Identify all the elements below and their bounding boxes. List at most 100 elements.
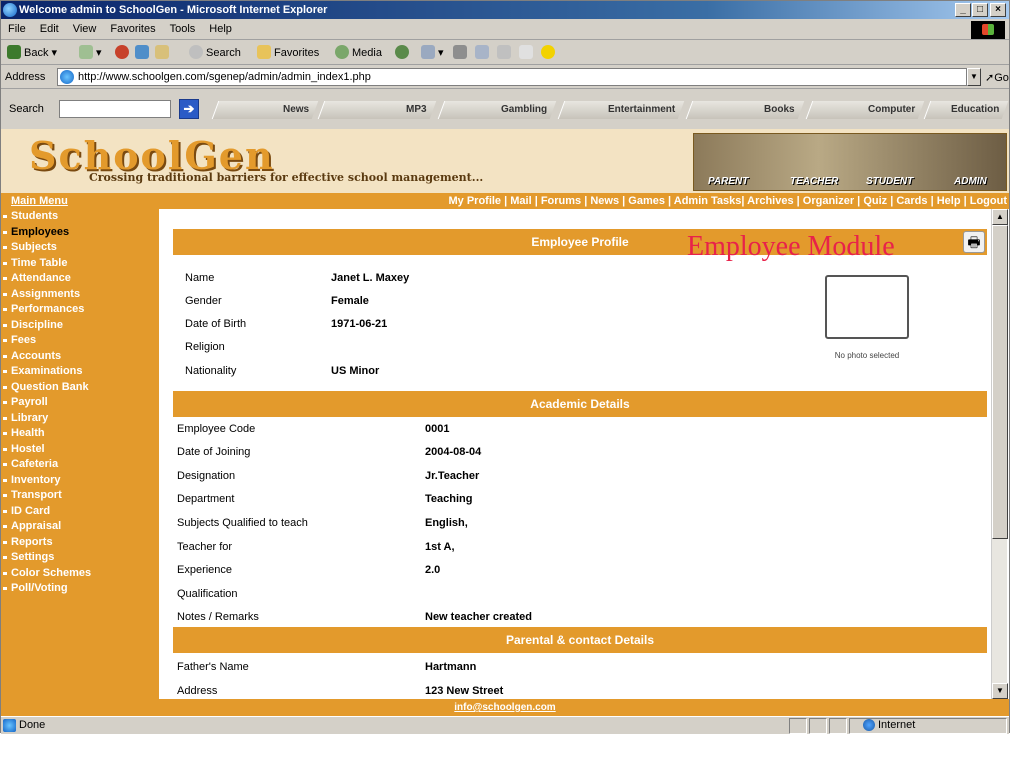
search-tab-gambling[interactable]: Gambling [437,101,557,119]
module-title: Employee Module [687,231,895,262]
sidebar-item-time-table[interactable]: Time Table [1,256,159,272]
menu-help[interactable]: Help [202,20,239,38]
vertical-scrollbar[interactable]: ▲ ▼ [991,209,1008,699]
right-arrow-icon: ➔ [183,101,195,116]
field-label: Date of Birth [185,318,247,330]
go-button[interactable]: ➚Go [985,71,1009,84]
refresh-button[interactable] [135,45,152,59]
top-nav: Main Menu My Profile | Mail | Forums | N… [1,193,1009,209]
web-page: SchoolGen Crossing traditional barriers … [1,129,1009,716]
top-nav-links[interactable]: My Profile | Mail | Forums | News | Game… [448,193,1007,209]
search-button[interactable]: Search [189,45,241,59]
status-panel [829,718,847,734]
site-header: SchoolGen Crossing traditional barriers … [1,129,1009,193]
field-value: Janet L. Maxey [331,272,410,284]
edit-button[interactable] [475,45,492,59]
favorites-icon [257,45,271,59]
field-label: Father's Name [177,661,249,673]
main-menu-link[interactable]: Main Menu [11,193,68,209]
home-button[interactable] [155,45,172,59]
field-label: Teacher for [177,541,233,553]
scroll-up-button[interactable]: ▲ [992,209,1008,225]
title-bar[interactable]: Welcome admin to SchoolGen - Microsoft I… [1,1,1009,19]
header-banner: PARENT TEACHER STUDENT ADMIN [693,133,1007,191]
sidebar-item-performances[interactable]: Performances [1,302,159,318]
sidebar-item-reports[interactable]: Reports [1,535,159,551]
security-zone: Internet [863,719,915,731]
sidebar-item-inventory[interactable]: Inventory [1,473,159,489]
messenger-button[interactable] [519,45,536,59]
menu-edit[interactable]: Edit [33,20,66,38]
search-tab-news[interactable]: News [211,101,319,119]
toolbar: Back ▾ ▾ Search Favorites Media ▾ [1,41,1009,65]
sidebar-item-accounts[interactable]: Accounts [1,349,159,365]
address-input[interactable]: http://www.schoolgen.com/sgenep/admin/ad… [57,68,967,86]
search-tab-entertainment[interactable]: Entertainment [557,101,685,119]
address-bar: Address http://www.schoolgen.com/sgenep/… [1,66,1009,89]
menu-tools[interactable]: Tools [163,20,203,38]
sidebar-item-health[interactable]: Health [1,426,159,442]
field-value: Teaching [425,493,473,505]
favorites-button[interactable]: Favorites [257,45,319,59]
scroll-thumb[interactable] [992,225,1008,539]
scroll-down-button[interactable]: ▼ [992,683,1008,699]
search-input[interactable] [59,100,171,118]
sidebar-item-settings[interactable]: Settings [1,550,159,566]
sidebar-item-transport[interactable]: Transport [1,488,159,504]
sidebar-item-poll-voting[interactable]: Poll/Voting [1,581,159,597]
sidebar-item-id-card[interactable]: ID Card [1,504,159,520]
forward-button[interactable]: ▾ [79,45,102,59]
address-dropdown-button[interactable]: ▼ [967,68,981,86]
maximize-button[interactable]: □ [972,3,988,17]
field-label: Employee Code [177,423,256,435]
go-arrow-icon: ➚ [985,72,995,84]
menu-file[interactable]: File [1,20,33,38]
back-button[interactable]: Back ▾ [7,45,57,59]
search-tab-computer[interactable]: Computer [805,101,925,119]
sidebar-item-cafeteria[interactable]: Cafeteria [1,457,159,473]
minimize-button[interactable]: _ [955,3,971,17]
mail-button[interactable]: ▾ [421,45,444,59]
sidebar-item-assignments[interactable]: Assignments [1,287,159,303]
sidebar-item-employees[interactable]: Employees [1,225,159,241]
field-value: US Minor [331,365,380,377]
sidebar-item-hostel[interactable]: Hostel [1,442,159,458]
sidebar-item-discipline[interactable]: Discipline [1,318,159,334]
sidebar-item-subjects[interactable]: Subjects [1,240,159,256]
print-icon[interactable]: 🖶 [963,231,985,253]
page-done-icon [3,719,16,732]
search-tab-mp3[interactable]: MP3 [317,101,437,119]
sidebar-item-library[interactable]: Library [1,411,159,427]
print-button[interactable] [453,45,470,59]
search-go-button[interactable]: ➔ [179,99,199,119]
history-button[interactable] [395,45,412,59]
media-icon [335,45,349,59]
sidebar-item-color-schemes[interactable]: Color Schemes [1,566,159,582]
sidebar: Students Employees Subjects Time Table A… [1,209,159,699]
menu-view[interactable]: View [66,20,104,38]
banner-parent: PARENT [708,176,749,187]
search-tab-education[interactable]: Education [923,101,1009,119]
sidebar-item-attendance[interactable]: Attendance [1,271,159,287]
discuss-button[interactable] [497,45,514,59]
footer-email-link[interactable]: info@schoolgen.com [454,702,555,713]
sidebar-item-examinations[interactable]: Examinations [1,364,159,380]
site-tagline: Crossing traditional barriers for effect… [89,171,484,184]
media-button[interactable]: Media [335,45,382,59]
discuss-icon [497,45,511,59]
sidebar-item-payroll[interactable]: Payroll [1,395,159,411]
smiley-button[interactable] [541,45,558,59]
field-label: Department [177,493,235,505]
sidebar-item-fees[interactable]: Fees [1,333,159,349]
field-label: Notes / Remarks [177,611,259,623]
field-label: Experience [177,564,233,576]
close-button[interactable]: × [990,3,1006,17]
field-label: Nationality [185,365,237,377]
sidebar-item-question-bank[interactable]: Question Bank [1,380,159,396]
ie-icon [3,3,17,17]
sidebar-item-students[interactable]: Students [1,209,159,225]
search-tab-books[interactable]: Books [685,101,805,119]
menu-favorites[interactable]: Favorites [103,20,162,38]
stop-button[interactable] [115,45,132,59]
sidebar-item-appraisal[interactable]: Appraisal [1,519,159,535]
